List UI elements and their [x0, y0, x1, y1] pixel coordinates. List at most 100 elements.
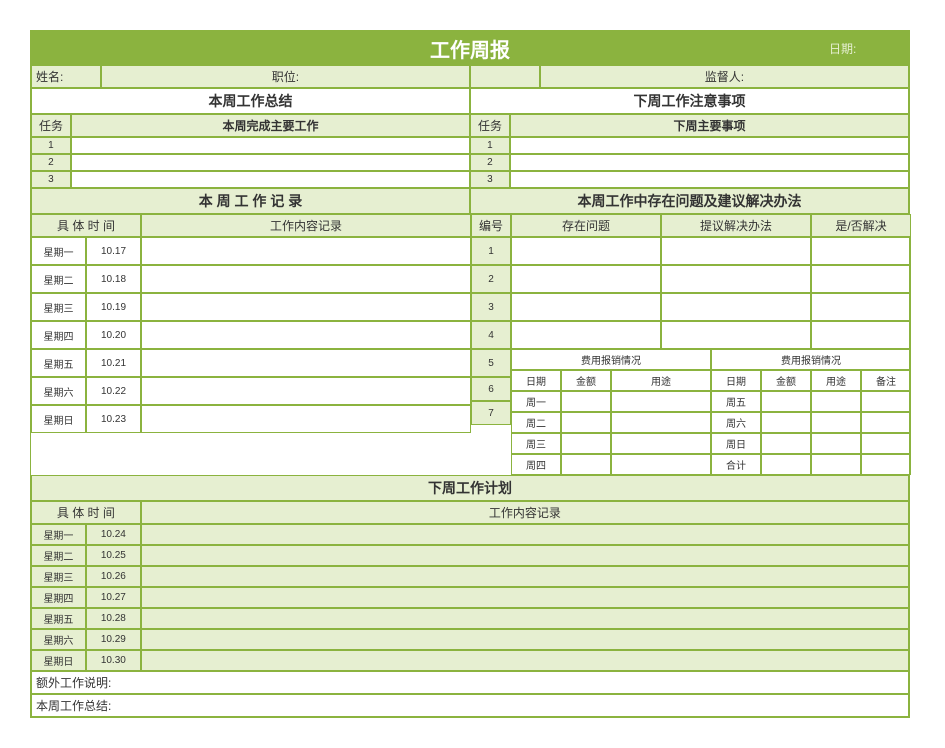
day-name: 星期五: [31, 349, 86, 377]
exp-amt-right[interactable]: [761, 412, 811, 433]
issue-resolved[interactable]: [811, 321, 911, 349]
issue-resolved[interactable]: [811, 237, 911, 265]
task-label-left: 任务: [31, 114, 71, 137]
issue-suggest[interactable]: [661, 237, 811, 265]
plan-content[interactable]: [141, 629, 909, 650]
issue-resolved[interactable]: [811, 293, 911, 321]
task-value-right[interactable]: [510, 154, 909, 171]
plan-day-row: 星期六10.29: [31, 629, 909, 650]
task-value-left[interactable]: [71, 154, 470, 171]
exp-note[interactable]: [861, 412, 911, 433]
exp-r-purpose: 用途: [811, 370, 861, 391]
issue-suggest[interactable]: [661, 293, 811, 321]
day-name: 星期六: [31, 377, 86, 405]
plan-content[interactable]: [141, 587, 909, 608]
exp-use-right[interactable]: [811, 391, 861, 412]
record-columns: 具 体 时 间 工作内容记录 星期一10.17星期二10.18星期三10.19星…: [31, 214, 909, 475]
issue-exists[interactable]: [511, 237, 661, 265]
week-summary-label[interactable]: 本周工作总结:: [31, 694, 909, 717]
expense-num: 5: [471, 349, 511, 377]
exp-l-date: 日期: [511, 370, 561, 391]
exp-amt-left[interactable]: [561, 391, 611, 412]
expense-num: 6: [471, 377, 511, 401]
extra-work-label[interactable]: 额外工作说明:: [31, 671, 909, 694]
position-value[interactable]: [470, 65, 540, 88]
plan-time-label: 具 体 时 间: [31, 501, 141, 524]
exp-amt-right[interactable]: [761, 391, 811, 412]
plan-content[interactable]: [141, 545, 909, 566]
task-label-right: 任务: [470, 114, 510, 137]
day-content[interactable]: [141, 377, 471, 405]
exp-l-amount: 金额: [561, 370, 611, 391]
day-content[interactable]: [141, 321, 471, 349]
issue-resolved[interactable]: [811, 265, 911, 293]
exp-r-note: 备注: [861, 370, 911, 391]
task-value-right[interactable]: [510, 171, 909, 188]
exp-amt-left[interactable]: [561, 412, 611, 433]
task-num-left: 2: [31, 154, 71, 171]
day-content[interactable]: [141, 265, 471, 293]
record-day-row: 星期一10.17: [31, 237, 471, 265]
exp-note[interactable]: [861, 454, 911, 475]
plan-content[interactable]: [141, 608, 909, 629]
plan-day-date: 10.29: [86, 629, 141, 650]
day-content[interactable]: [141, 237, 471, 265]
exp-use-left[interactable]: [611, 454, 711, 475]
day-date: 10.18: [86, 265, 141, 293]
issue-exists[interactable]: [511, 265, 661, 293]
issue-exists[interactable]: [511, 321, 661, 349]
task-num-left: 1: [31, 137, 71, 154]
content-col-label: 工作内容记录: [141, 214, 471, 237]
exp-use-right[interactable]: [811, 412, 861, 433]
expense-col-headers: 日期 金额 用途 日期 金额 用途 备注: [511, 370, 911, 391]
issue-suggest[interactable]: [661, 265, 811, 293]
day-name: 星期一: [31, 237, 86, 265]
task-value-left[interactable]: [71, 171, 470, 188]
date-label: 日期:: [829, 40, 909, 57]
exp-r-date: 日期: [711, 370, 761, 391]
record-right: 编号 存在问题 提议解决办法 是/否解决 1234 567 费用报销情况 费用报…: [471, 214, 911, 475]
task-value-left[interactable]: [71, 137, 470, 154]
exp-day-left: 周一: [511, 391, 561, 412]
exp-use-right[interactable]: [811, 433, 861, 454]
day-content[interactable]: [141, 349, 471, 377]
issue-header: 编号 存在问题 提议解决办法 是/否解决: [471, 214, 911, 237]
task-row: 11: [31, 137, 909, 154]
record-day-row: 星期四10.20: [31, 321, 471, 349]
exp-use-left[interactable]: [611, 391, 711, 412]
exp-note[interactable]: [861, 391, 911, 412]
issue-suggest[interactable]: [661, 321, 811, 349]
task-value-right[interactable]: [510, 137, 909, 154]
exp-note[interactable]: [861, 433, 911, 454]
issue-exists[interactable]: [511, 293, 661, 321]
exp-amt-right[interactable]: [761, 433, 811, 454]
plan-day-name: 星期一: [31, 524, 86, 545]
issue-idx-label: 编号: [471, 214, 511, 237]
exp-use-left[interactable]: [611, 433, 711, 454]
exp-amt-right[interactable]: [761, 454, 811, 475]
plan-day-row: 星期二10.25: [31, 545, 909, 566]
exp-day-left: 周三: [511, 433, 561, 454]
day-content[interactable]: [141, 405, 471, 433]
task-num-right: 2: [470, 154, 510, 171]
exp-use-right[interactable]: [811, 454, 861, 475]
exp-amt-left[interactable]: [561, 454, 611, 475]
exp-day-right: 合计: [711, 454, 761, 475]
exists-label: 存在问题: [511, 214, 661, 237]
exp-day-left: 周二: [511, 412, 561, 433]
task-row: 33: [31, 171, 909, 188]
suggest-label: 提议解决办法: [661, 214, 811, 237]
next-week-notice-title: 下周工作注意事项: [470, 88, 909, 114]
day-content[interactable]: [141, 293, 471, 321]
plan-content[interactable]: [141, 650, 909, 671]
day-date: 10.23: [86, 405, 141, 433]
task-header-row: 任务 本周完成主要工作 任务 下周主要事项: [31, 114, 909, 137]
plan-day-row: 星期日10.30: [31, 650, 909, 671]
issue-row: 2: [471, 265, 911, 293]
exp-use-left[interactable]: [611, 412, 711, 433]
expense-body: 费用报销情况 费用报销情况 日期 金额 用途 日期 金额 用途: [511, 349, 911, 475]
plan-content[interactable]: [141, 524, 909, 545]
plan-content[interactable]: [141, 566, 909, 587]
task-num-left: 3: [31, 171, 71, 188]
exp-amt-left[interactable]: [561, 433, 611, 454]
